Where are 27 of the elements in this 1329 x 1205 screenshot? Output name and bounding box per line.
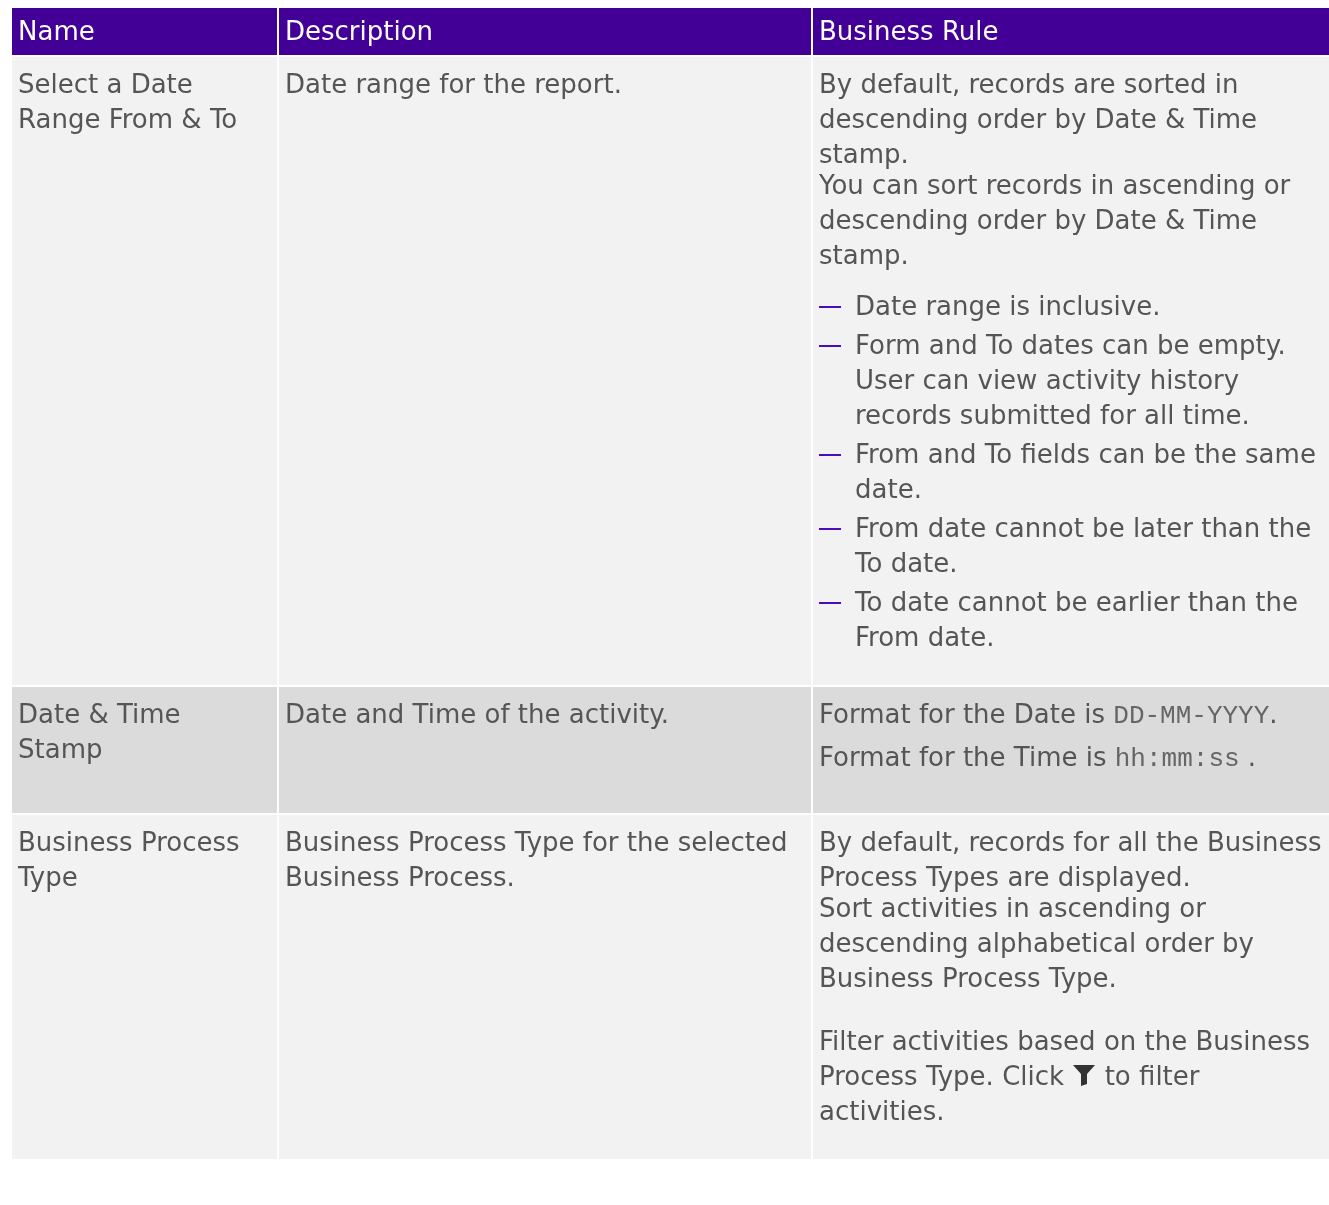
dash-icon — [819, 306, 841, 308]
list-item-text: From and To fields can be the same date. — [855, 438, 1317, 506]
list-item-text: Date range is inclusive. — [855, 290, 1161, 323]
rule-text: You can sort records in ascending or descending order by Date & Time stamp. — [819, 169, 1292, 272]
list-item-text: Form and To dates can be empty. User can view activity history records submitted for all time. — [855, 329, 1287, 432]
rule-text: Format for the Date is DD-MM-YYYY. — [819, 698, 1279, 733]
column-header: Business Rule — [813, 8, 1329, 55]
table-cell: Business Process Type for the selected Business Process. — [279, 815, 811, 1159]
table-cell: Select a Date Range From & To — [12, 57, 277, 685]
dash-icon — [819, 602, 841, 604]
rule-text: Filter activities based on the Business Process Type. Click to filter activities. — [819, 1025, 1312, 1128]
column-header: Name — [12, 8, 277, 55]
dash-icon — [819, 454, 841, 456]
column-header: Description — [279, 8, 811, 55]
list-item-text: From date cannot be later than the To date. — [855, 512, 1313, 580]
table-cell: Business Process Type — [12, 815, 277, 1159]
table-cell: Date & Time Stamp — [12, 687, 277, 813]
filter-icon — [1072, 1063, 1097, 1087]
table-cell: Date and Time of the activity. — [279, 687, 811, 813]
dash-icon — [819, 528, 841, 530]
rule-text: By default, records for all the Business Process Types are displayed. — [819, 826, 1323, 894]
list-item-text: To date cannot be earlier than the From date. — [855, 586, 1299, 654]
dash-icon — [819, 345, 841, 347]
table-cell: Date range for the report. — [279, 57, 811, 685]
rule-text: By default, records are sorted in descending order by Date & Time stamp. — [819, 68, 1259, 171]
rule-text: Format for the Time is hh:mm:ss . — [819, 741, 1258, 776]
rule-text: Sort activities in ascending or descending alphabetical order by Business Process Type. — [819, 892, 1255, 995]
